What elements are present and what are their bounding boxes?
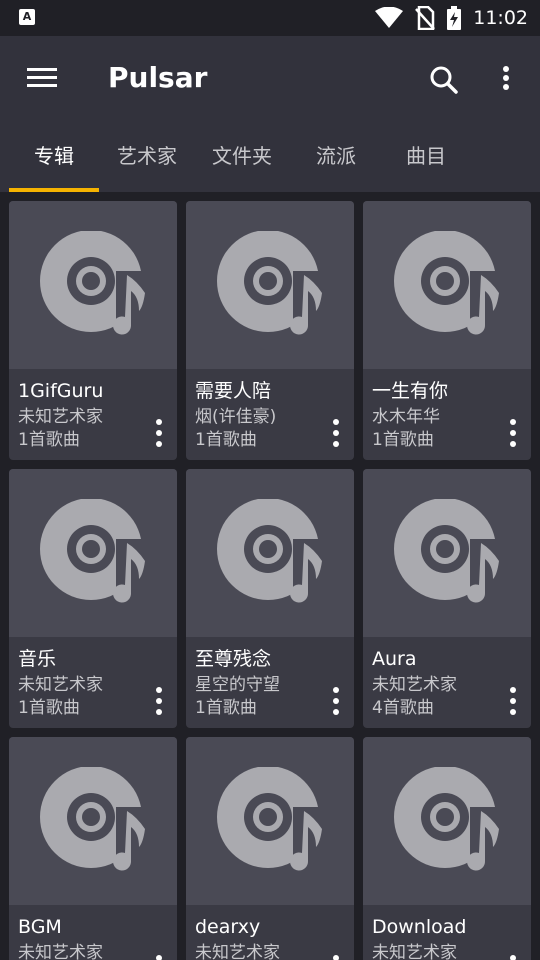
album-music-icon (217, 231, 324, 339)
more-vert-icon (156, 955, 162, 960)
album-title: 需要人陪 (195, 380, 272, 402)
album-title: Download (372, 916, 467, 938)
album-artist: 未知艺术家 (372, 943, 457, 960)
album-music-icon (40, 767, 147, 875)
album-track-count: 4首歌曲 (372, 698, 434, 718)
album-art (363, 201, 531, 369)
album-artist: 未知艺术家 (18, 943, 103, 960)
album-artist: 未知艺术家 (195, 943, 280, 960)
album-music-icon (394, 231, 501, 339)
album-options-button[interactable] (149, 417, 169, 449)
album-options-button[interactable] (149, 685, 169, 717)
album-grid: 1GifGuru 未知艺术家 1首歌曲 需要人陪 烟(许佳豪) 1首歌曲 一生有… (0, 192, 540, 960)
more-options-button[interactable] (492, 60, 520, 100)
tab-bar: 专辑 艺术家 文件夹 流派 曲目 (0, 124, 540, 192)
wifi-icon (375, 7, 404, 28)
album-card[interactable]: dearxy 未知艺术家 (186, 737, 354, 960)
album-title: 一生有你 (372, 380, 449, 402)
album-card[interactable]: 1GifGuru 未知艺术家 1首歌曲 (9, 201, 177, 460)
more-vert-icon (503, 66, 509, 90)
album-music-icon (217, 499, 324, 607)
album-music-icon (40, 499, 147, 607)
album-title: 1GifGuru (18, 380, 104, 402)
album-music-icon (394, 767, 501, 875)
album-title: 音乐 (18, 648, 57, 670)
album-options-button[interactable] (326, 953, 346, 960)
album-card[interactable]: 音乐 未知艺术家 1首歌曲 (9, 469, 177, 728)
tab-genres[interactable]: 流派 (300, 124, 372, 192)
album-art (186, 737, 354, 905)
album-title: BGM (18, 916, 62, 938)
menu-icon (27, 68, 57, 87)
album-card[interactable]: Aura 未知艺术家 4首歌曲 (363, 469, 531, 728)
album-options-button[interactable] (503, 417, 523, 449)
tab-folders[interactable]: 文件夹 (200, 124, 284, 192)
album-artist: 水木年华 (372, 407, 440, 427)
album-options-button[interactable] (326, 685, 346, 717)
album-artist: 烟(许佳豪) (195, 407, 277, 427)
album-art (9, 201, 177, 369)
album-artist: 未知艺术家 (372, 675, 457, 695)
search-button[interactable] (424, 60, 464, 100)
album-title: Aura (372, 648, 417, 670)
album-music-icon (394, 499, 501, 607)
tab-albums[interactable]: 专辑 (9, 124, 99, 192)
album-artist: 未知艺术家 (18, 407, 103, 427)
status-bar: A 11:02 (0, 0, 540, 36)
album-track-count: 1首歌曲 (372, 430, 434, 450)
more-vert-icon (156, 419, 162, 447)
tab-artists[interactable]: 艺术家 (105, 124, 189, 192)
more-vert-icon (333, 419, 339, 447)
album-artist: 星空的守望 (195, 675, 280, 695)
album-track-count: 1首歌曲 (18, 430, 80, 450)
album-card[interactable]: BGM 未知艺术家 (9, 737, 177, 960)
album-track-count: 1首歌曲 (18, 698, 80, 718)
tab-tracks[interactable]: 曲目 (390, 124, 462, 192)
notification-icon: A (19, 9, 35, 25)
album-art (363, 469, 531, 637)
more-vert-icon (510, 687, 516, 715)
album-art (186, 201, 354, 369)
menu-button[interactable] (24, 64, 60, 92)
battery-charging-icon (447, 6, 462, 30)
album-art (9, 469, 177, 637)
album-music-icon (217, 767, 324, 875)
album-track-count: 1首歌曲 (195, 430, 257, 450)
album-artist: 未知艺术家 (18, 675, 103, 695)
album-options-button[interactable] (149, 953, 169, 960)
album-track-count: 1首歌曲 (195, 698, 257, 718)
album-art (9, 737, 177, 905)
album-music-icon (40, 231, 147, 339)
album-card[interactable]: 至尊残念 星空的守望 1首歌曲 (186, 469, 354, 728)
album-options-button[interactable] (326, 417, 346, 449)
clock: 11:02 (473, 7, 528, 29)
app-bar: Pulsar 专辑 艺术家 文件夹 流派 曲目 (0, 36, 540, 192)
album-options-button[interactable] (503, 953, 523, 960)
more-vert-icon (510, 955, 516, 960)
album-title: dearxy (195, 916, 261, 938)
status-icons: 11:02 (363, 6, 528, 30)
more-vert-icon (333, 687, 339, 715)
more-vert-icon (510, 419, 516, 447)
album-art (363, 737, 531, 905)
album-card[interactable]: 需要人陪 烟(许佳豪) 1首歌曲 (186, 201, 354, 460)
more-vert-icon (156, 687, 162, 715)
no-sim-icon (415, 6, 436, 30)
more-vert-icon (333, 955, 339, 960)
album-title: 至尊残念 (195, 648, 272, 670)
album-card[interactable]: Download 未知艺术家 (363, 737, 531, 960)
search-icon (430, 66, 458, 94)
album-card[interactable]: 一生有你 水木年华 1首歌曲 (363, 201, 531, 460)
album-options-button[interactable] (503, 685, 523, 717)
app-title: Pulsar (108, 61, 208, 94)
album-art (186, 469, 354, 637)
